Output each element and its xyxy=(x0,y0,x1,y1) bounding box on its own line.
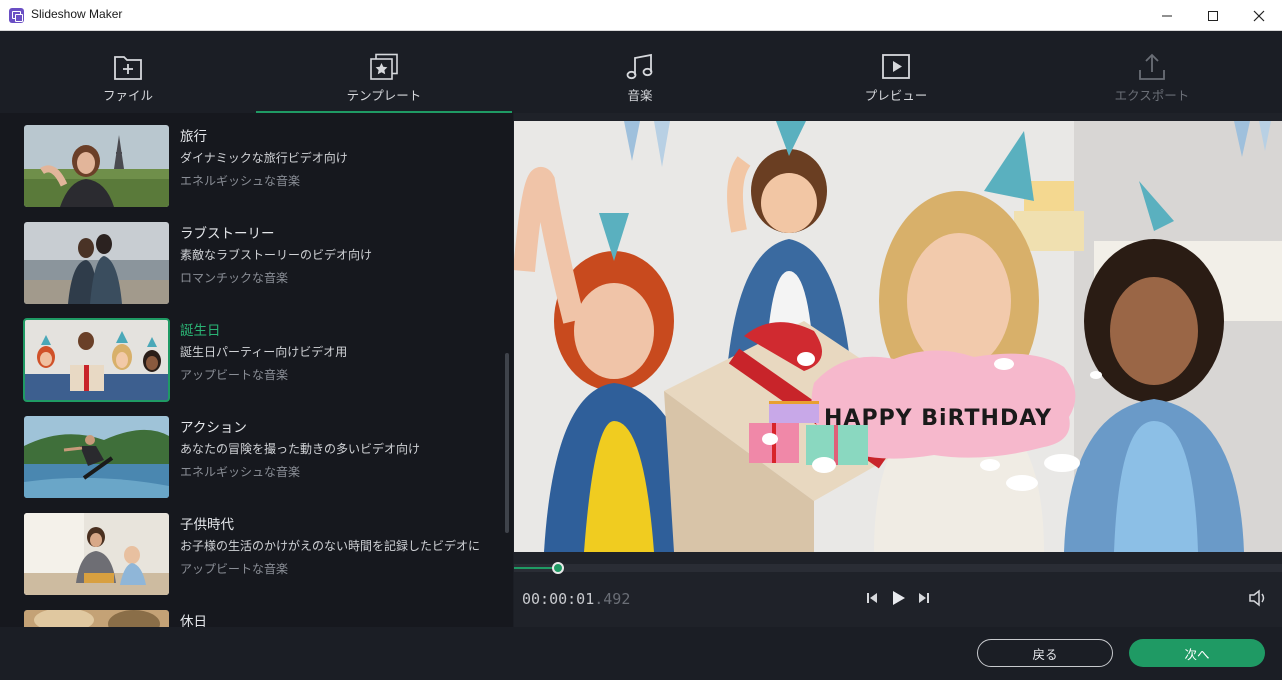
tab-file-label: ファイル xyxy=(102,88,153,103)
tab-preview[interactable]: プレビュー xyxy=(768,31,1024,113)
title-bar: Slideshow Maker xyxy=(0,0,1282,31)
tab-export-label: エクスポート xyxy=(1114,88,1190,103)
step-back-icon xyxy=(867,593,877,603)
close-button[interactable] xyxy=(1236,0,1282,31)
tab-music[interactable]: 音楽 xyxy=(512,31,768,113)
template-name: 旅行 xyxy=(180,129,207,145)
template-name: 子供時代 xyxy=(180,517,234,533)
tab-music-label: 音楽 xyxy=(627,88,653,103)
template-music: アップビートな音楽 xyxy=(180,368,289,382)
template-thumbnail xyxy=(24,222,169,304)
minimize-icon xyxy=(1162,15,1172,16)
template-item-travel[interactable]: 旅行 ダイナミックな旅行ビデオ向け エネルギッシュな音楽 xyxy=(24,125,494,207)
folder-add-icon xyxy=(113,53,143,81)
template-list: 旅行 ダイナミックな旅行ビデオ向け エネルギッシュな音楽 ラブストーリー 素敵な… xyxy=(0,113,513,627)
step-forward-icon xyxy=(919,593,929,603)
template-thumbnail xyxy=(24,125,169,207)
progress-knob[interactable] xyxy=(552,562,564,574)
template-description: あなたの冒険を撮った動きの多いビデオ向け xyxy=(180,442,421,456)
playback-progress-bar[interactable] xyxy=(514,562,1282,574)
window-title: Slideshow Maker xyxy=(31,7,123,21)
slideshow-maker-window: Slideshow Maker ファイル テンプレート 音楽 プレビュー エクス… xyxy=(0,0,1282,680)
timecode-main: 00:00:01 xyxy=(522,590,595,608)
maximize-icon xyxy=(1208,10,1218,21)
template-list-scrollbar[interactable] xyxy=(505,353,509,533)
tab-template-label: テンプレート xyxy=(346,88,422,103)
maximize-button[interactable] xyxy=(1190,0,1236,31)
template-item-childhood[interactable]: 子供時代 お子様の生活のかけがえのない時間を記録したビデオに アップビートな音楽 xyxy=(24,513,494,595)
next-button[interactable]: 次へ xyxy=(1129,639,1265,667)
template-item-action[interactable]: アクション あなたの冒険を撮った動きの多いビデオ向け エネルギッシュな音楽 xyxy=(24,416,494,498)
play-button[interactable] xyxy=(887,587,909,609)
preview-video[interactable]: HAPPY BiRTHDAY xyxy=(514,121,1282,552)
back-button[interactable]: 戻る xyxy=(977,639,1113,667)
footer-bar: 戻る 次へ xyxy=(0,627,1282,680)
tab-file[interactable]: ファイル xyxy=(0,31,256,113)
previous-frame-button[interactable] xyxy=(861,587,883,609)
app-logo-icon xyxy=(9,8,24,23)
template-thumbnail xyxy=(24,416,169,498)
template-music: ロマンチックな音楽 xyxy=(180,271,289,285)
template-music: エネルギッシュな音楽 xyxy=(180,465,301,479)
template-name: 休日 xyxy=(180,614,207,627)
template-item-holiday[interactable]: 休日 xyxy=(24,610,494,627)
template-name: ラブストーリー xyxy=(180,226,275,242)
play-preview-icon xyxy=(881,53,911,81)
template-description: お子様の生活のかけがえのない時間を記録したビデオに xyxy=(180,539,481,553)
close-icon xyxy=(1253,10,1265,21)
template-star-icon xyxy=(369,53,399,81)
preview-panel: HAPPY BiRTHDAY 00:00:01.492 xyxy=(514,113,1282,627)
export-upload-icon xyxy=(1137,53,1167,81)
template-item-birthday[interactable]: 誕生日 誕生日パーティー向けビデオ用 アップビートな音楽 xyxy=(23,318,494,402)
volume-button[interactable] xyxy=(1247,587,1269,609)
timecode-ms: .492 xyxy=(594,590,631,608)
play-icon xyxy=(893,591,905,605)
template-description: 素敵なラブストーリーのビデオ向け xyxy=(180,248,373,262)
step-navigation: ファイル テンプレート 音楽 プレビュー エクスポート xyxy=(0,31,1282,113)
template-thumbnail xyxy=(24,610,169,627)
template-music: アップビートな音楽 xyxy=(180,562,289,576)
tab-preview-label: プレビュー xyxy=(864,88,928,103)
template-name: 誕生日 xyxy=(180,323,221,339)
template-thumbnail xyxy=(23,318,170,402)
template-thumbnail xyxy=(24,513,169,595)
speaker-icon xyxy=(1249,589,1265,607)
playback-timecode: 00:00:01.492 xyxy=(522,590,630,608)
minimize-button[interactable] xyxy=(1144,0,1190,31)
tab-template[interactable]: テンプレート xyxy=(256,31,512,113)
template-description: ダイナミックな旅行ビデオ向け xyxy=(180,151,348,165)
next-frame-button[interactable] xyxy=(913,587,935,609)
template-name: アクション xyxy=(180,420,247,436)
music-note-icon xyxy=(625,53,655,81)
template-music: エネルギッシュな音楽 xyxy=(180,174,301,188)
tab-export[interactable]: エクスポート xyxy=(1024,31,1280,113)
template-description: 誕生日パーティー向けビデオ用 xyxy=(180,345,348,359)
template-item-love-story[interactable]: ラブストーリー 素敵なラブストーリーのビデオ向け ロマンチックな音楽 xyxy=(24,222,494,304)
